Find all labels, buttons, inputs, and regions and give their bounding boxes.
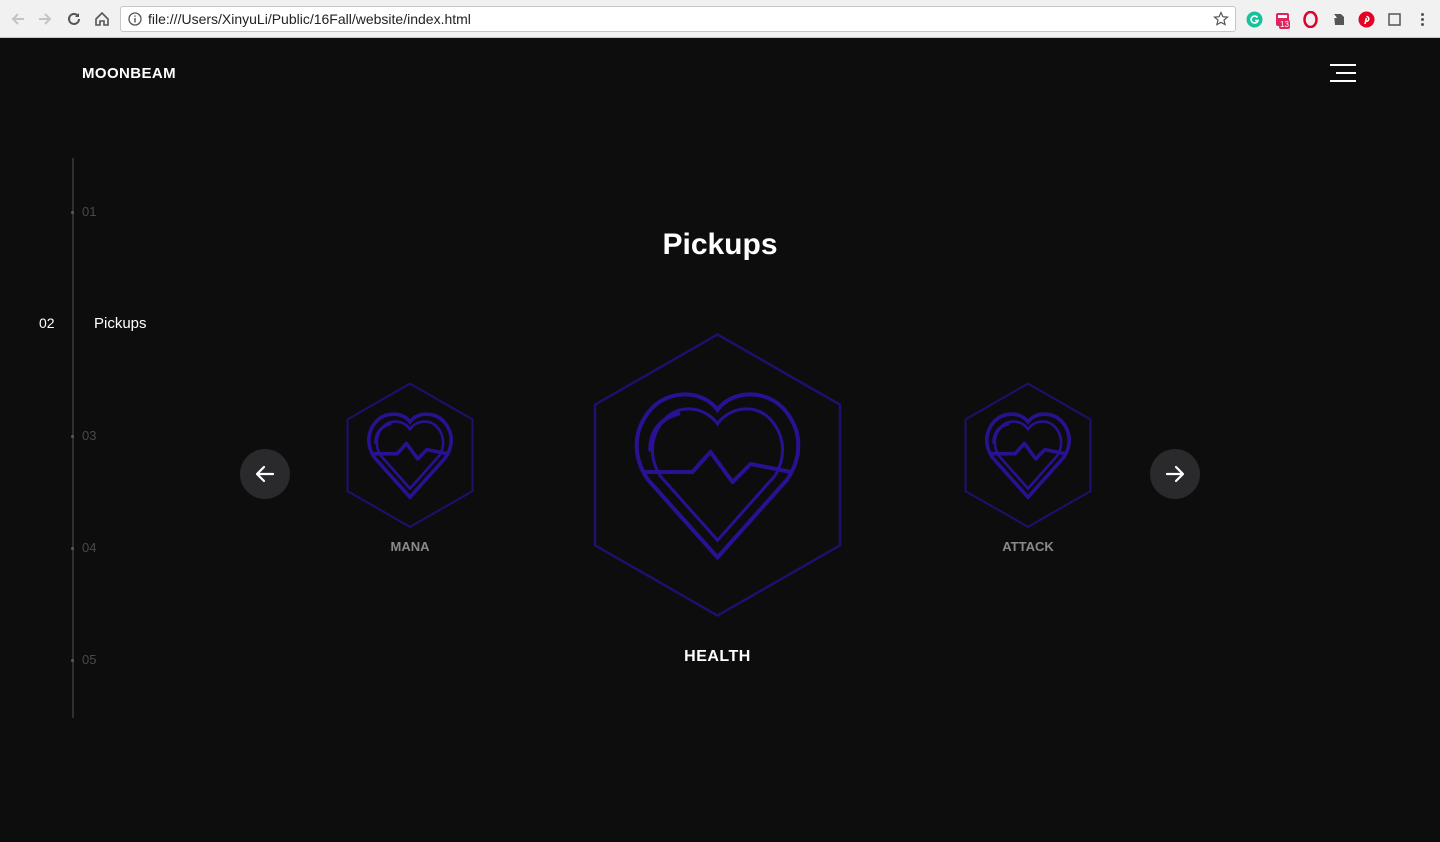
rail-dot [71, 659, 74, 662]
address-bar[interactable]: file:///Users/XinyuLi/Public/16Fall/webs… [120, 6, 1236, 32]
heart-pulse-hexagon-icon [346, 382, 474, 528]
arrow-left-icon [255, 465, 275, 483]
pickup-card-mana[interactable]: MANA [346, 382, 474, 562]
star-icon[interactable] [1213, 11, 1229, 27]
rail-dot [71, 547, 74, 550]
reload-icon[interactable] [63, 8, 85, 30]
browser-toolbar: file:///Users/XinyuLi/Public/16Fall/webs… [0, 0, 1440, 38]
rail-number: 04 [82, 540, 97, 555]
rail-number: 02 [39, 315, 55, 331]
heart-pulse-hexagon-icon [593, 332, 842, 618]
pickup-label: MANA [390, 539, 430, 554]
pickup-label: ATTACK [1002, 539, 1054, 554]
url-text[interactable]: file:///Users/XinyuLi/Public/16Fall/webs… [148, 11, 471, 27]
rail-item-01[interactable]: 01 [0, 202, 180, 222]
menu-dots-icon[interactable] [1413, 10, 1431, 28]
extension-icon[interactable] [1385, 10, 1403, 28]
pickup-card-attack[interactable]: ATTACK [964, 382, 1092, 562]
rail-dot [71, 435, 74, 438]
evernote-icon[interactable] [1329, 10, 1347, 28]
menu-icon[interactable] [1330, 64, 1356, 82]
pickup-label: HEALTH [684, 648, 751, 665]
rail-number: 01 [82, 204, 97, 219]
rail-number: 05 [82, 652, 97, 667]
rail-item-03[interactable]: 03 [0, 426, 180, 446]
carousel-prev-button[interactable] [240, 449, 290, 499]
pickup-card-health[interactable]: HEALTH [592, 331, 843, 671]
extension-badge: 13 [1279, 20, 1290, 29]
rail-number: 03 [82, 428, 97, 443]
back-icon[interactable] [7, 8, 29, 30]
carousel-next-button[interactable] [1150, 449, 1200, 499]
grammarly-icon[interactable] [1245, 10, 1263, 28]
forward-icon[interactable] [34, 8, 56, 30]
arrow-right-icon [1165, 465, 1185, 483]
pinterest-icon[interactable] [1357, 10, 1375, 28]
calendar-extension-icon[interactable]: 13 [1273, 10, 1291, 29]
info-icon[interactable] [128, 12, 142, 26]
rail-item-02[interactable]: 02 Pickups [0, 314, 180, 334]
rail-dot [71, 211, 74, 214]
rail-item-05[interactable]: 05 [0, 650, 180, 670]
rail-label: Pickups [94, 315, 147, 332]
brand-logo[interactable]: MOONBEAM [82, 65, 176, 82]
home-icon[interactable] [91, 8, 113, 30]
rail-item-04[interactable]: 04 [0, 538, 180, 558]
page-title: Pickups [662, 228, 778, 261]
opera-icon[interactable] [1301, 10, 1319, 28]
heart-pulse-hexagon-icon [964, 382, 1092, 528]
